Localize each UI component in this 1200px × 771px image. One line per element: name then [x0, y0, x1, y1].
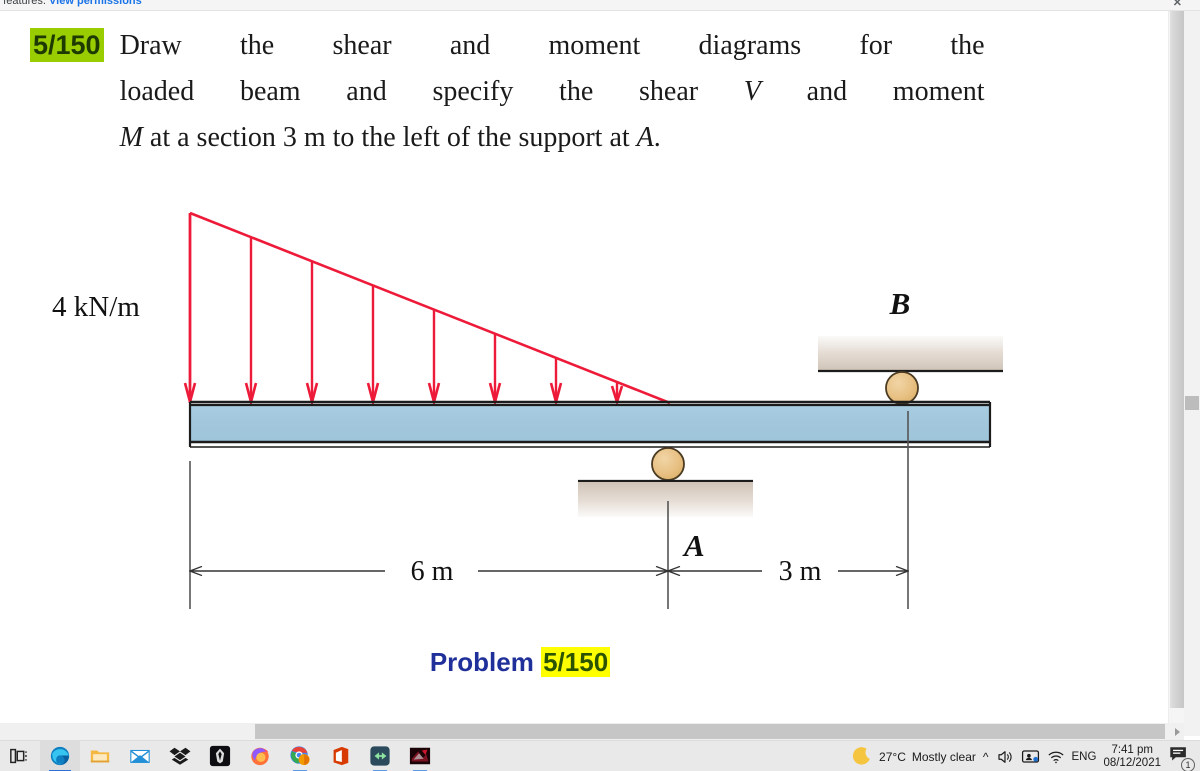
- statement-line-3-end: .: [653, 122, 661, 153]
- outer-vertical-scrollbar-thumb[interactable]: [1185, 396, 1199, 410]
- load-arrow: [366, 285, 380, 408]
- office-icon: [333, 746, 349, 766]
- mail-icon: [130, 749, 150, 763]
- document-viewport: 5/150 Draw the shear and moment diagrams…: [0, 11, 1168, 720]
- figure-caption: Problem 5/150: [0, 647, 1040, 678]
- caption-number: 5/150: [541, 647, 611, 677]
- input-language-indicator[interactable]: ENG: [1072, 751, 1097, 763]
- taskbar-item-predator-sense[interactable]: [200, 741, 240, 771]
- caption-word: Problem: [429, 647, 534, 677]
- load-arrow: [244, 237, 258, 408]
- file-explorer-icon: [90, 750, 110, 763]
- windows-taskbar: 27°C Mostly clear ^ ENG 7:41 pm 08/12/20…: [0, 740, 1200, 771]
- taskbar-item-mail[interactable]: [120, 741, 160, 771]
- chrome-icon: [290, 746, 310, 766]
- load-label: 4 kN/m: [52, 291, 140, 323]
- problem-statement: 5/150 Draw the shear and moment diagrams…: [30, 23, 1040, 161]
- permissions-notice: e features. View permissions: [0, 0, 142, 7]
- support-a: A: [578, 447, 753, 563]
- taskbar-item-office[interactable]: [320, 741, 360, 771]
- load-arrow: [549, 357, 563, 408]
- taskbar-item-game-app[interactable]: [400, 741, 440, 771]
- weather-temperature: 27°C: [879, 749, 906, 764]
- browser-notification-bar: e features. View permissions ✕: [0, 0, 1200, 11]
- taskbar-item-file-explorer[interactable]: [80, 741, 120, 771]
- statement-line-3: M at a section 3 m to the left of the su…: [120, 115, 985, 161]
- scroll-right-icon[interactable]: [1175, 728, 1180, 736]
- clock[interactable]: 7:41 pm 08/12/2021: [1103, 744, 1161, 770]
- horizontal-scrollbar-thumb[interactable]: [255, 724, 1165, 739]
- shear-symbol: V: [743, 76, 761, 107]
- taskbar-items: [0, 740, 440, 771]
- edge-icon: [50, 746, 70, 766]
- distributed-load-group: [183, 211, 671, 408]
- support-b: B: [818, 286, 1003, 405]
- wifi-icon[interactable]: [1047, 748, 1065, 766]
- screen: e features. View permissions ✕ 5/150 Dra…: [0, 0, 1200, 771]
- statement-line-2: loaded beam and specify the shear V and …: [120, 69, 985, 115]
- support-a-roller: [651, 447, 685, 481]
- support-a-block: [578, 482, 753, 517]
- show-hidden-icons-chevron-up-icon[interactable]: ^: [983, 750, 989, 764]
- support-b-label: B: [889, 286, 911, 321]
- taskbar-item-edge[interactable]: [40, 740, 80, 771]
- game-app-icon: [409, 747, 431, 765]
- volume-speaker-icon[interactable]: [996, 748, 1014, 766]
- taskbar-item-task-view[interactable]: [0, 741, 40, 771]
- support-a-label: A: [682, 528, 705, 563]
- teamviewer-icon: [370, 746, 390, 766]
- dim-3m-label: 3 m: [779, 556, 822, 587]
- system-tray: 27°C Mostly clear ^ ENG 7:41 pm 08/12/20…: [851, 741, 1200, 771]
- beam-diagram-svg: 4 kN/m B A 6 m 3 m: [52, 211, 1003, 609]
- problem-number-badge: 5/150: [30, 28, 104, 62]
- view-permissions-link[interactable]: View permissions: [49, 0, 142, 7]
- moon-icon: [852, 746, 870, 765]
- statement-line-3-rest: at a section 3 m to the left of the supp…: [142, 122, 637, 153]
- statement-line-2-part-a: loaded beam and specify the shear: [119, 76, 744, 107]
- dropbox-icon: [169, 747, 191, 765]
- load-arrow: [305, 261, 319, 408]
- load-arrow: [183, 213, 197, 408]
- dim-6m-label: 6 m: [411, 556, 454, 587]
- beam-figure: 4 kN/m B A 6 m 3 m: [0, 171, 1168, 711]
- close-icon[interactable]: ✕: [1173, 0, 1182, 9]
- load-arrow: [427, 309, 441, 408]
- taskbar-item-dropbox[interactable]: [160, 741, 200, 771]
- firefox-icon: [251, 747, 269, 766]
- vertical-scrollbar-thumb[interactable]: [1170, 11, 1184, 708]
- load-hypotenuse: [189, 211, 671, 405]
- load-arrow: [488, 333, 502, 408]
- notifications-button[interactable]: 1: [1168, 744, 1195, 771]
- moment-symbol: M: [119, 122, 143, 153]
- beam-body: [190, 405, 990, 441]
- outer-vertical-scrollbar[interactable]: [1184, 11, 1200, 736]
- load-arrows: [183, 213, 624, 408]
- taskbar-item-chrome[interactable]: [280, 741, 320, 771]
- problem-statement-text: Draw the shear and moment diagrams for t…: [120, 23, 985, 161]
- support-a-symbol: A: [636, 122, 654, 153]
- task-view-icon: [10, 748, 27, 764]
- meet-now-icon[interactable]: [1021, 747, 1040, 766]
- weather-widget[interactable]: 27°C Mostly clear: [851, 746, 976, 768]
- notification-count-badge: 1: [1181, 757, 1195, 771]
- permissions-notice-text: e features.: [0, 0, 46, 7]
- clock-date: 08/12/2021: [1103, 756, 1161, 769]
- predator-sense-icon: [209, 745, 231, 767]
- beam: [188, 400, 992, 448]
- clock-time: 7:41 pm: [1111, 743, 1153, 756]
- support-b-roller: [885, 371, 919, 405]
- taskbar-item-teamviewer[interactable]: [360, 741, 400, 771]
- statement-line-2-part-b: and moment: [760, 76, 985, 107]
- vertical-scrollbar[interactable]: [1168, 11, 1184, 736]
- support-b-block: [818, 336, 1003, 371]
- weather-condition: Mostly clear: [911, 749, 976, 764]
- statement-line-1: Draw the shear and moment diagrams for t…: [119, 30, 985, 61]
- horizontal-scrollbar[interactable]: [0, 723, 1184, 740]
- taskbar-item-firefox[interactable]: [240, 741, 280, 771]
